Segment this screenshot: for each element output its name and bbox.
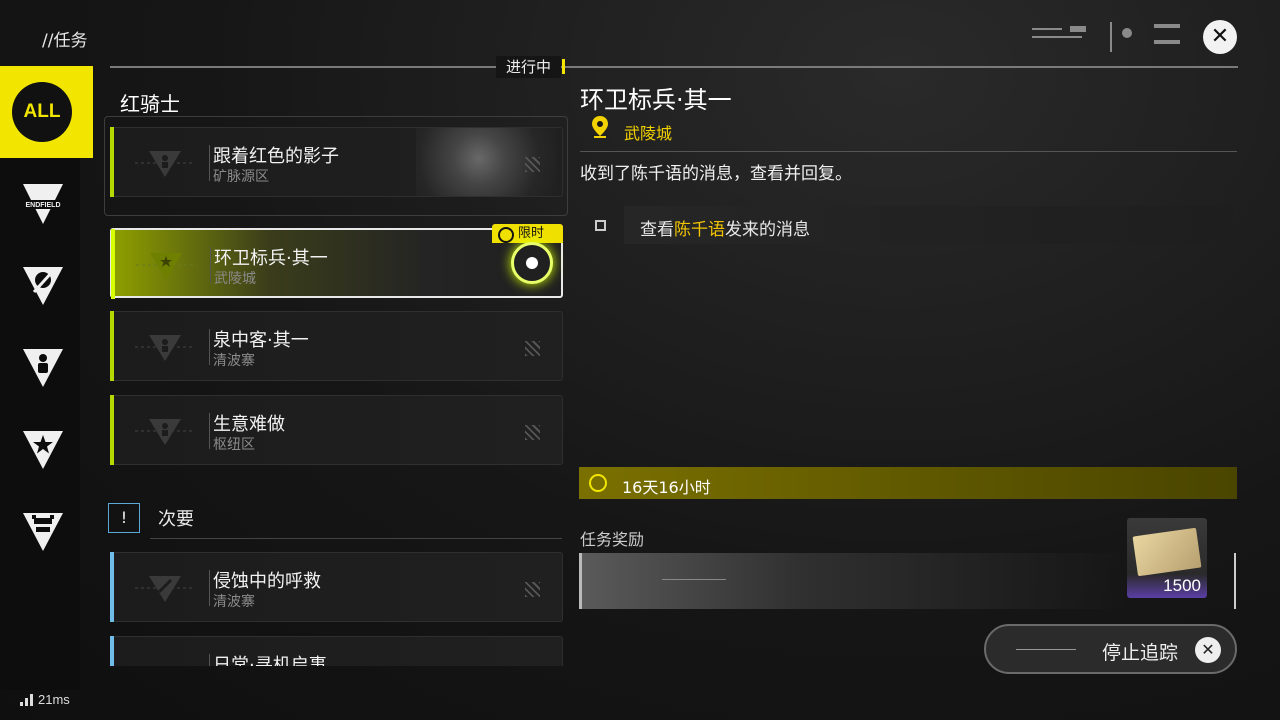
stripe-icon [525, 157, 540, 172]
secondary-heading: 次要 [158, 509, 194, 530]
close-icon: ✕ [1195, 637, 1221, 663]
star-emblem-icon [23, 431, 63, 469]
quest-name: 泉中客·其一 [213, 330, 309, 351]
breadcrumb: //任务 [42, 31, 88, 51]
quest-description: 收到了陈千语的消息，查看并回复。 [580, 164, 852, 184]
quest-name: 环卫标兵·其一 [214, 248, 328, 269]
quest-emblem-icon [135, 419, 195, 445]
quest-name: 生意难做 [213, 414, 285, 435]
sidebar-item-star[interactable] [20, 428, 66, 474]
button-line-decoration [1016, 649, 1076, 650]
quest-location: 矿脉源区 [213, 169, 269, 185]
sidebar-item-endfield[interactable]: ENDFIELD [20, 182, 66, 228]
quest-card[interactable]: 跟着红色的影子 矿脉源区 [110, 127, 563, 197]
ping-readout: 21ms [38, 692, 70, 707]
clock-icon [589, 474, 607, 492]
quest-card[interactable]: 生意难做 枢纽区 [110, 395, 563, 465]
quest-location: 清波寨 [213, 353, 255, 369]
group-title: 红骑士 [120, 92, 180, 116]
header-divider [110, 66, 1238, 68]
quest-emblem-icon [135, 576, 195, 602]
hud-decoration [1032, 22, 1192, 52]
quest-emblem-icon [135, 151, 195, 177]
card-separator [209, 145, 210, 181]
stop-tracking-button[interactable]: 停止追踪 ✕ [984, 624, 1237, 674]
reward-edge [1234, 553, 1236, 609]
tracking-target-icon[interactable] [511, 242, 553, 284]
detail-divider [580, 151, 1237, 152]
quest-card[interactable]: 侵蚀中的呼救 清波寨 [110, 552, 563, 622]
secondary-divider [150, 538, 562, 539]
quest-emblem-icon [136, 253, 196, 279]
stop-tracking-label: 停止追踪 [1102, 642, 1179, 664]
cup-emblem-icon [23, 513, 63, 551]
card-separator [210, 247, 211, 283]
limited-time-badge: 限时 [492, 224, 563, 243]
time-remaining: 16天16小时 [622, 478, 711, 497]
all-icon: ALL [12, 82, 72, 142]
quest-card[interactable]: 日常·寻机启事 [110, 636, 563, 666]
card-separator [209, 413, 210, 449]
pen-emblem-icon [23, 267, 63, 305]
endfield-icon: ENDFIELD [22, 184, 64, 224]
quest-emblem-icon [135, 335, 195, 361]
sidebar-item-all[interactable]: ALL [0, 66, 93, 158]
quest-name: 侵蚀中的呼救 [213, 571, 321, 592]
quest-card-clip: 日常·寻机启事 [110, 636, 563, 666]
reward-item-currency[interactable]: 1500 [1127, 518, 1207, 598]
objective-highlight: 陈千语 [674, 220, 725, 240]
quest-name: 跟着红色的影子 [213, 146, 339, 167]
banknote-icon [1132, 527, 1202, 577]
quest-accent-bar [110, 552, 114, 622]
sidebar-item-pen[interactable] [20, 264, 66, 310]
quest-card[interactable]: 泉中客·其一 清波寨 [110, 311, 563, 381]
quest-accent-bar [110, 127, 114, 197]
quest-location: 武陵城 [214, 271, 256, 287]
sidebar-item-person[interactable] [20, 346, 66, 392]
quest-location: 清波寨 [213, 594, 255, 610]
quest-accent-bar [110, 636, 114, 666]
objective-checkbox [595, 220, 606, 231]
quest-accent-bar [110, 311, 114, 381]
stripe-icon [525, 341, 540, 356]
quest-accent-bar [110, 395, 114, 465]
quest-name: 日常·寻机启事 [213, 655, 327, 666]
secondary-marker-icon: ! [108, 503, 140, 533]
sidebar-item-cup[interactable] [20, 510, 66, 556]
svg-text:ENDFIELD: ENDFIELD [26, 202, 61, 209]
reward-heading: 任务奖励 [580, 530, 645, 549]
signal-icon [20, 694, 33, 706]
card-separator [209, 329, 210, 365]
objective-text: 查看陈千语发来的消息 [640, 220, 810, 240]
quest-location: 枢纽区 [213, 437, 255, 453]
card-separator [209, 570, 210, 606]
quest-detail-title: 环卫标兵·其一 [580, 86, 732, 114]
person-emblem-icon [23, 349, 63, 387]
stripe-icon [525, 425, 540, 440]
reward-strip [579, 553, 1129, 609]
stripe-icon [525, 582, 540, 597]
arrow-decoration [662, 579, 726, 580]
close-button[interactable]: ✕ [1203, 20, 1237, 54]
quest-detail-location: 武陵城 [624, 124, 673, 143]
status-in-progress: 进行中 [496, 56, 566, 78]
reward-quantity: 1500 [1163, 576, 1201, 595]
location-pin-icon [592, 116, 608, 138]
card-separator [209, 654, 210, 666]
quest-accent-bar [111, 229, 115, 299]
